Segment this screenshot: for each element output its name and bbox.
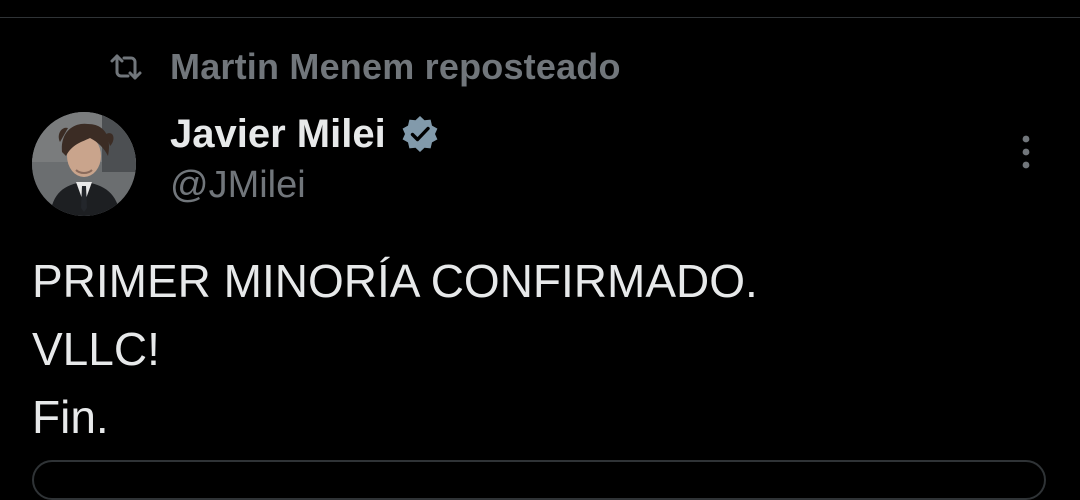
author-name-row[interactable]: Javier Milei xyxy=(170,108,440,160)
tweet-line: PRIMER MINORÍA CONFIRMADO. xyxy=(32,255,758,307)
tweet-line: Fin. xyxy=(32,391,109,443)
tweet-text: PRIMER MINORÍA CONFIRMADO. VLLC! Fin. xyxy=(32,247,1042,451)
avatar[interactable] xyxy=(32,112,136,216)
repost-label: Martin Menem reposteado xyxy=(170,46,621,87)
repost-icon xyxy=(108,52,144,82)
author-name[interactable]: Javier Milei xyxy=(170,112,386,157)
tweet-line: VLLC! xyxy=(32,323,160,375)
top-divider xyxy=(0,17,1080,18)
repost-context[interactable]: Martin Menem reposteado xyxy=(108,44,621,90)
media-card-edge[interactable] xyxy=(32,460,1046,500)
more-options-button[interactable] xyxy=(1006,130,1046,178)
verified-badge-icon xyxy=(400,114,440,154)
author-handle[interactable]: @JMilei xyxy=(170,164,306,207)
more-options-icon xyxy=(1021,134,1031,175)
